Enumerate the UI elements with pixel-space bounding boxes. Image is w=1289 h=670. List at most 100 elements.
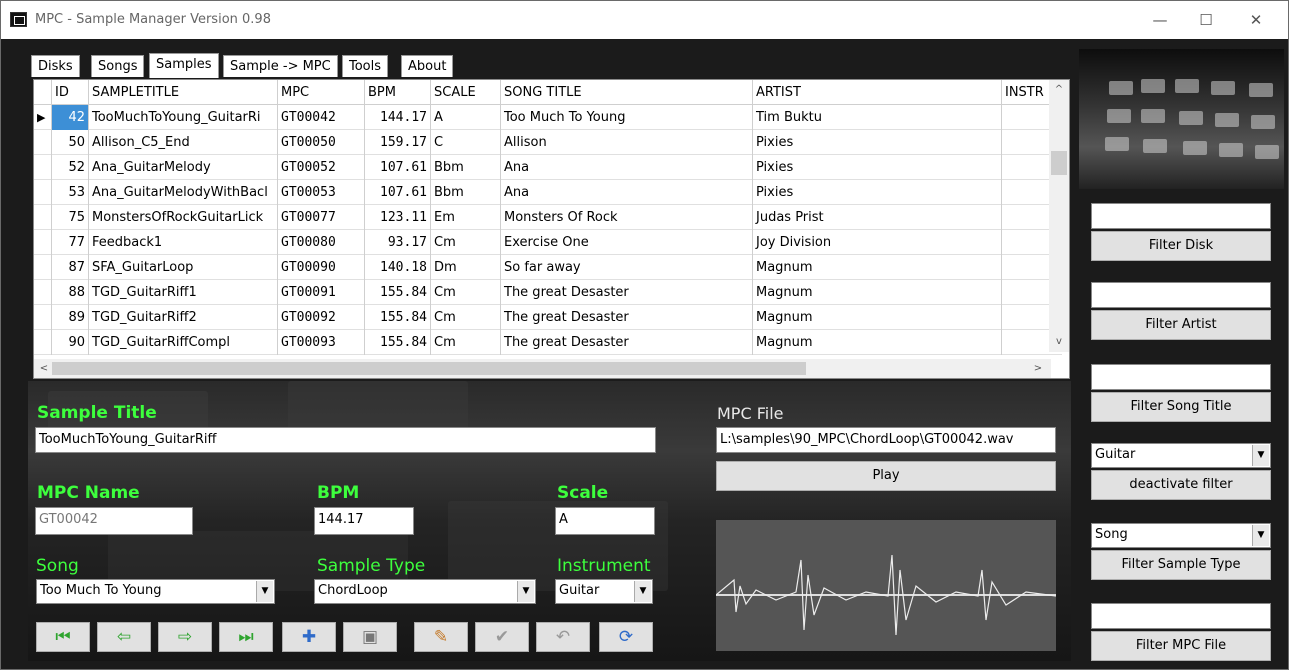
cell-mpc[interactable]: GT00093: [278, 330, 365, 355]
scale-input[interactable]: A: [555, 507, 655, 535]
cell-song-title[interactable]: So far away: [501, 255, 753, 280]
cell-id[interactable]: 77: [52, 230, 89, 255]
cell-scale[interactable]: C: [431, 130, 501, 155]
tab-tools[interactable]: Tools: [342, 55, 389, 77]
cell-scale[interactable]: Bbm: [431, 155, 501, 180]
table-row[interactable]: 90 TGD_GuitarRiffCompl GT00093 155.84 Cm The …: [34, 330, 1062, 355]
chevron-down-icon[interactable]: ▼: [517, 581, 534, 602]
chevron-down-icon[interactable]: ▼: [1252, 445, 1269, 466]
cell-artist[interactable]: Magnum: [753, 330, 1002, 355]
cell-mpc[interactable]: GT00090: [278, 255, 365, 280]
cell-artist[interactable]: Pixies: [753, 130, 1002, 155]
cell-sampletitle[interactable]: Ana_GuitarMelody: [89, 155, 278, 180]
table-row[interactable]: 53 Ana_GuitarMelodyWithBacl GT00053 107.61 B…: [34, 180, 1062, 205]
cell-sampletitle[interactable]: TooMuchToYoung_GuitarRi: [89, 105, 278, 130]
next-record-icon[interactable]: ⇨: [158, 622, 212, 652]
chevron-down-icon[interactable]: ▼: [1252, 525, 1269, 546]
cell-scale[interactable]: Dm: [431, 255, 501, 280]
col-bpm[interactable]: BPM: [365, 80, 431, 105]
row-indicator[interactable]: [34, 180, 52, 205]
cell-id[interactable]: 50: [52, 130, 89, 155]
row-indicator[interactable]: [34, 280, 52, 305]
tab-samples[interactable]: Samples: [149, 53, 219, 78]
bpm-input[interactable]: 144.17: [314, 507, 414, 535]
cell-id[interactable]: 42: [52, 105, 89, 130]
row-indicator[interactable]: [34, 330, 52, 355]
cell-scale[interactable]: Cm: [431, 230, 501, 255]
cell-scale[interactable]: Cm: [431, 305, 501, 330]
post-record-icon[interactable]: ✔: [475, 622, 529, 652]
vertical-scroll-thumb[interactable]: [1051, 151, 1067, 175]
table-row[interactable]: ▶ 42 TooMuchToYoung_GuitarRi GT00042 144.17 A…: [34, 105, 1062, 130]
cell-song-title[interactable]: Too Much To Young: [501, 105, 753, 130]
cell-scale[interactable]: Cm: [431, 280, 501, 305]
cell-sampletitle[interactable]: TGD_GuitarRiff2: [89, 305, 278, 330]
filter-sample-type-button[interactable]: Filter Sample Type: [1091, 550, 1271, 580]
row-indicator[interactable]: [34, 305, 52, 330]
cell-id[interactable]: 89: [52, 305, 89, 330]
cell-sampletitle[interactable]: SFA_GuitarLoop: [89, 255, 278, 280]
play-button[interactable]: Play: [716, 461, 1056, 491]
add-record-icon[interactable]: ✚: [282, 622, 336, 652]
cell-mpc[interactable]: GT00080: [278, 230, 365, 255]
cell-bpm[interactable]: 155.84: [365, 305, 431, 330]
cell-song-title[interactable]: Ana: [501, 155, 753, 180]
horizontal-scroll-thumb[interactable]: [52, 362, 806, 375]
cell-id[interactable]: 53: [52, 180, 89, 205]
cell-mpc[interactable]: GT00042: [278, 105, 365, 130]
cell-bpm[interactable]: 107.61: [365, 180, 431, 205]
col-scale[interactable]: SCALE: [431, 80, 501, 105]
cell-artist[interactable]: Magnum: [753, 305, 1002, 330]
cell-song-title[interactable]: The great Desaster: [501, 330, 753, 355]
cell-artist[interactable]: Tim Buktu: [753, 105, 1002, 130]
table-row[interactable]: 89 TGD_GuitarRiff2 GT00092 155.84 Cm The grea…: [34, 305, 1062, 330]
table-row[interactable]: 52 Ana_GuitarMelody GT00052 107.61 Bbm Ana Pix…: [34, 155, 1062, 180]
filter-song-title-input[interactable]: [1091, 364, 1271, 390]
table-row[interactable]: 50 Allison_C5_End GT00050 159.17 C Allison Pix…: [34, 130, 1062, 155]
filter-instrument-combobox[interactable]: Guitar ▼: [1091, 443, 1271, 468]
scroll-left-icon[interactable]: <: [36, 361, 52, 377]
cell-song-title[interactable]: Monsters Of Rock: [501, 205, 753, 230]
cell-bpm[interactable]: 93.17: [365, 230, 431, 255]
cell-mpc[interactable]: GT00077: [278, 205, 365, 230]
tab-disks[interactable]: Disks: [31, 55, 80, 77]
row-indicator[interactable]: [34, 205, 52, 230]
cell-id[interactable]: 87: [52, 255, 89, 280]
chevron-down-icon[interactable]: ▼: [634, 581, 651, 602]
last-record-icon[interactable]: ⏭: [219, 622, 273, 652]
filter-song-title-button[interactable]: Filter Song Title: [1091, 392, 1271, 422]
refresh-icon[interactable]: ⟳: [599, 622, 653, 652]
filter-disk-input[interactable]: [1091, 203, 1271, 229]
minimize-button[interactable]: —: [1137, 4, 1183, 36]
tab-about[interactable]: About: [401, 55, 454, 77]
filter-type-combobox[interactable]: Song ▼: [1091, 523, 1271, 548]
delete-record-icon[interactable]: ▣: [343, 622, 397, 652]
cancel-edit-icon[interactable]: ↶: [536, 622, 590, 652]
cell-bpm[interactable]: 107.61: [365, 155, 431, 180]
filter-mpc-file-input[interactable]: [1091, 603, 1271, 629]
instrument-combobox[interactable]: Guitar ▼: [555, 579, 653, 604]
cell-sampletitle[interactable]: TGD_GuitarRiff1: [89, 280, 278, 305]
chevron-down-icon[interactable]: ▼: [256, 581, 273, 602]
cell-id[interactable]: 88: [52, 280, 89, 305]
cell-mpc[interactable]: GT00053: [278, 180, 365, 205]
row-indicator[interactable]: [34, 130, 52, 155]
cell-artist[interactable]: Pixies: [753, 155, 1002, 180]
table-row[interactable]: 88 TGD_GuitarRiff1 GT00091 155.84 Cm The grea…: [34, 280, 1062, 305]
tab-sample-to-mpc[interactable]: Sample -> MPC: [223, 55, 338, 77]
cell-song-title[interactable]: The great Desaster: [501, 305, 753, 330]
cell-bpm[interactable]: 155.84: [365, 330, 431, 355]
table-row[interactable]: 87 SFA_GuitarLoop GT00090 140.18 Dm So far aw…: [34, 255, 1062, 280]
col-artist[interactable]: ARTIST: [753, 80, 1002, 105]
cell-id[interactable]: 75: [52, 205, 89, 230]
filter-mpc-file-button[interactable]: Filter MPC File: [1091, 631, 1271, 661]
cell-song-title[interactable]: Exercise One: [501, 230, 753, 255]
cell-song-title[interactable]: Allison: [501, 130, 753, 155]
cell-scale[interactable]: A: [431, 105, 501, 130]
sample-type-combobox[interactable]: ChordLoop ▼: [314, 579, 536, 604]
table-row[interactable]: 77 Feedback1 GT00080 93.17 Cm Exercise One Joy…: [34, 230, 1062, 255]
row-indicator[interactable]: [34, 155, 52, 180]
cell-mpc[interactable]: GT00092: [278, 305, 365, 330]
prev-record-icon[interactable]: ⇦: [97, 622, 151, 652]
samples-grid[interactable]: ID SAMPLETITLE MPC BPM SCALE SONG TITLE …: [33, 79, 1070, 379]
